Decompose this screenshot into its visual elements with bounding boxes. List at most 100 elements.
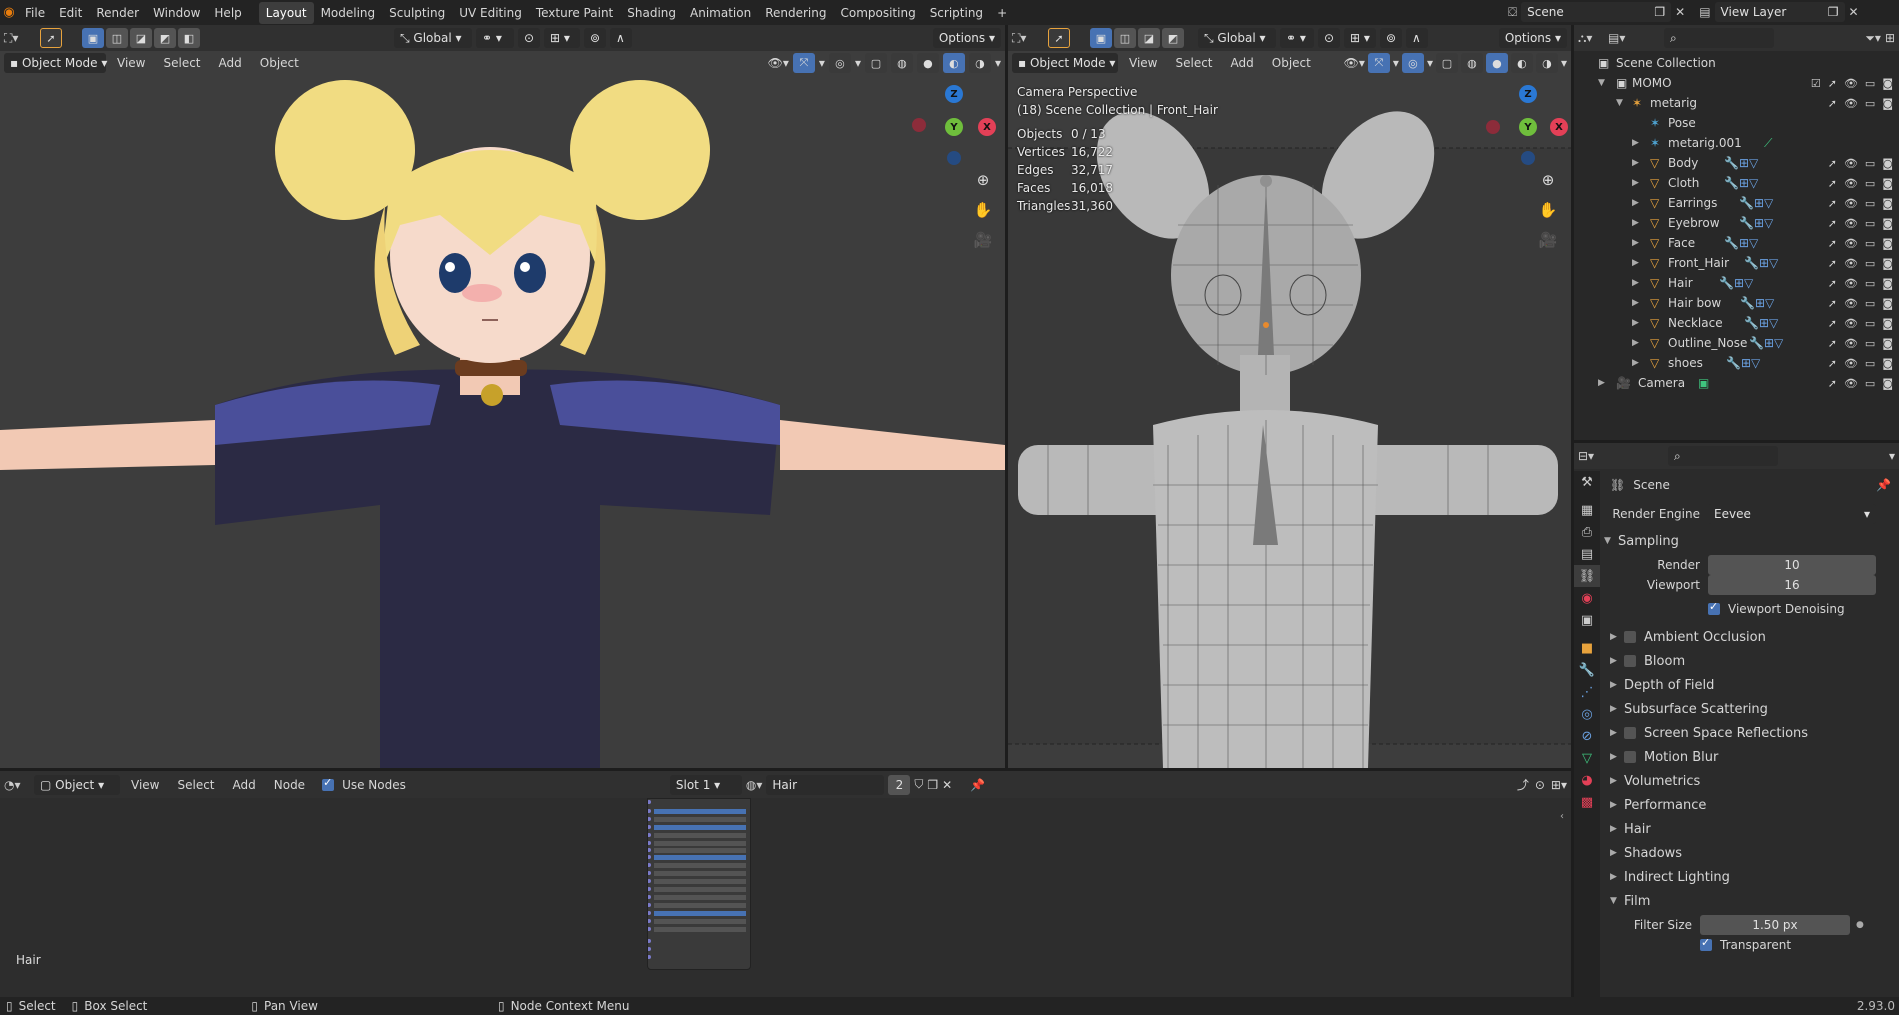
panel-indirect-lighting[interactable]: ▶ Indirect Lighting (1600, 865, 1899, 889)
outliner-item-eyebrow[interactable]: ▶ ▽ Eyebrow 🔧⊞▽ ➚ 👁 ▭ ◙ (1574, 213, 1899, 233)
outliner-item-necklace[interactable]: ▶ ▽ Necklace 🔧⊞▽ ➚ 👁 ▭ ◙ (1574, 313, 1899, 333)
expand-chevron-icon[interactable]: ▼ (1616, 98, 1623, 108)
pin-icon[interactable]: 📌 (970, 778, 985, 792)
monitor-icon[interactable]: ▭ (1865, 237, 1875, 250)
unlink-close-icon[interactable]: ✕ (942, 778, 952, 792)
copy-icon[interactable]: ❐ (1654, 2, 1665, 22)
select-arrow-icon[interactable]: ➚ (1828, 217, 1837, 230)
row-visibility-toggles[interactable]: ➚ 👁 ▭ ◙ (1828, 297, 1893, 310)
row-visibility-toggles[interactable]: ➚ 👁 ▭ ◙ (1828, 317, 1893, 330)
material-users-count[interactable]: 2 (888, 774, 911, 795)
left-viewport[interactable]: ⛶▾ ➚ ▣ ◫ ◪ ◩ ◧ ⤡ Global ▾ ⚭ ▾ ⊙ ⊞ ▾ ⊚ ∧ … (0, 25, 1005, 768)
new-collection-icon[interactable]: ⊞ (1885, 31, 1895, 45)
add-workspace-button[interactable]: + (990, 2, 1014, 24)
panel-subsurface-scattering[interactable]: ▶ Subsurface Scattering (1600, 697, 1899, 721)
panel-shadows[interactable]: ▶ Shadows (1600, 841, 1899, 865)
checkbox-icon[interactable]: ☑ (1811, 77, 1821, 90)
modifier-tab-icon[interactable]: 🔧 (1574, 659, 1600, 681)
blender-logo-icon[interactable]: ◉ (0, 5, 18, 20)
object-tab-icon[interactable]: ■ (1574, 637, 1600, 659)
use-nodes-checkbox[interactable] (322, 776, 335, 791)
view-layer-tab-icon[interactable]: ▤ (1574, 543, 1600, 565)
camera-icon[interactable]: ◙ (1882, 377, 1893, 390)
eye-icon[interactable]: 👁 (1844, 157, 1858, 170)
camera-icon[interactable]: ◙ (1882, 197, 1893, 210)
viewport-denoising-row[interactable]: Viewport Denoising (1600, 597, 1899, 621)
tab-sculpting[interactable]: Sculpting (382, 2, 452, 24)
shader-type-dropdown[interactable]: ▢ Object ▾ (34, 774, 120, 795)
eye-icon[interactable]: 👁 (1844, 97, 1858, 110)
panel-film[interactable]: ▼ Film (1600, 889, 1899, 913)
select-arrow-icon[interactable]: ➚ (1828, 257, 1837, 270)
expand-chevron-icon[interactable]: ▶ (1632, 198, 1639, 208)
pan-hand-icon[interactable]: ✋ (1535, 197, 1561, 223)
node-editor[interactable]: ◔▾ ▢ Object ▾ View Select Add Node Use N… (0, 771, 1571, 997)
camera-view-icon[interactable]: 🎥 (970, 227, 996, 253)
material-tab-icon[interactable]: ◕ (1574, 769, 1600, 791)
monitor-icon[interactable]: ▭ (1865, 337, 1875, 350)
physics-tab-icon[interactable]: ◎ (1574, 703, 1600, 725)
monitor-icon[interactable]: ▭ (1865, 377, 1875, 390)
menu-edit[interactable]: Edit (52, 2, 89, 24)
select-arrow-icon[interactable]: ➚ (1828, 337, 1837, 350)
menu-file[interactable]: File (18, 2, 52, 24)
outliner[interactable]: ⛬▾ ▤▾ ⌕ ⏷▾ ⊞ ▣ Scene Collection ▼ ▣ MOMO… (1574, 25, 1899, 440)
data-tab-icon[interactable]: ▽ (1574, 747, 1600, 769)
monitor-icon[interactable]: ▭ (1865, 97, 1875, 110)
monitor-icon[interactable]: ▭ (1865, 357, 1875, 370)
eye-icon[interactable]: 👁 (1844, 197, 1858, 210)
select-arrow-icon[interactable]: ➚ (1828, 377, 1837, 390)
panel-hair[interactable]: ▶ Hair (1600, 817, 1899, 841)
editor-type-icon[interactable]: ◔▾ (4, 778, 30, 792)
monitor-icon[interactable]: ▭ (1865, 77, 1875, 90)
camera-icon[interactable]: ◙ (1882, 217, 1893, 230)
eye-icon[interactable]: 👁 (1844, 77, 1858, 90)
outliner-collection-momo[interactable]: ▼ ▣ MOMO ☑ ➚ 👁 ▭ ◙ (1574, 73, 1899, 93)
outliner-scene-collection[interactable]: ▣ Scene Collection (1574, 53, 1899, 73)
parent-node-tree-icon[interactable]: ⤴ (1517, 776, 1529, 793)
filter-icon[interactable]: ⏷▾ (1865, 31, 1881, 46)
outliner-item-hair[interactable]: ▶ ▽ Hair 🔧⊞▽ ➚ 👁 ▭ ◙ (1574, 273, 1899, 293)
row-visibility-toggles[interactable]: ➚ 👁 ▭ ◙ (1828, 257, 1893, 270)
expand-chevron-icon[interactable]: ▶ (1632, 138, 1639, 148)
eye-icon[interactable]: 👁 (1844, 217, 1858, 230)
eye-icon[interactable]: 👁 (1844, 257, 1858, 270)
view-layer-selector[interactable]: View Layer ❐ (1714, 2, 1845, 22)
outliner-item-shoes[interactable]: ▶ ▽ shoes 🔧⊞▽ ➚ 👁 ▭ ◙ (1574, 353, 1899, 373)
snap-icon[interactable]: ⊙ (1535, 778, 1545, 792)
outliner-item-outline-nose[interactable]: ▶ ▽ Outline_Nose 🔧⊞▽ ➚ 👁 ▭ ◙ (1574, 333, 1899, 353)
camera-icon[interactable]: ◙ (1882, 277, 1893, 290)
eye-icon[interactable]: 👁 (1844, 317, 1858, 330)
close-icon[interactable]: ✕ (1675, 5, 1685, 19)
transparent-checkbox[interactable] (1700, 936, 1712, 951)
select-arrow-icon[interactable]: ➚ (1828, 237, 1837, 250)
outliner-item-metarig-001[interactable]: ▶ ✶ metarig.001 ⟋ (1574, 133, 1899, 153)
viewport-denoising-checkbox[interactable] (1708, 600, 1720, 615)
render-tab-icon[interactable]: ▦ (1574, 499, 1600, 521)
outliner-item-cloth[interactable]: ▶ ▽ Cloth 🔧⊞▽ ➚ 👁 ▭ ◙ (1574, 173, 1899, 193)
outliner-item-hair-bow[interactable]: ▶ ▽ Hair bow 🔧⊞▽ ➚ 👁 ▭ ◙ (1574, 293, 1899, 313)
expand-chevron-icon[interactable]: ▶ (1632, 218, 1639, 228)
principled-bsdf-node[interactable] (647, 798, 751, 970)
properties-search-input[interactable]: ⌕ (1668, 446, 1778, 466)
camera-icon[interactable]: ◙ (1882, 257, 1893, 270)
row-visibility-toggles[interactable]: ➚ 👁 ▭ ◙ (1828, 157, 1893, 170)
expand-chevron-icon[interactable]: ▶ (1598, 378, 1605, 388)
camera-icon[interactable]: ◙ (1882, 157, 1893, 170)
camera-icon[interactable]: ◙ (1882, 177, 1893, 190)
menu-add[interactable]: Add (226, 774, 263, 796)
snap-settings-icon[interactable]: ⊞▾ (1551, 778, 1567, 792)
scene-tab-icon[interactable]: ⛓ (1574, 565, 1600, 587)
monitor-icon[interactable]: ▭ (1865, 217, 1875, 230)
select-arrow-icon[interactable]: ➚ (1828, 277, 1837, 290)
tab-uv-editing[interactable]: UV Editing (452, 2, 529, 24)
eye-icon[interactable]: 👁 (1844, 237, 1858, 250)
duplicate-material-icon[interactable]: ❐ (927, 778, 938, 792)
gizmo-x-axis[interactable]: X (1550, 118, 1568, 136)
select-arrow-icon[interactable]: ➚ (1828, 97, 1837, 110)
camera-icon[interactable]: ◙ (1882, 237, 1893, 250)
copy-icon[interactable]: ❐ (1828, 2, 1839, 22)
outliner-item-pose[interactable]: ✶ Pose (1574, 113, 1899, 133)
menu-render[interactable]: Render (89, 2, 146, 24)
viewport-samples-field[interactable]: 16 (1708, 575, 1876, 595)
